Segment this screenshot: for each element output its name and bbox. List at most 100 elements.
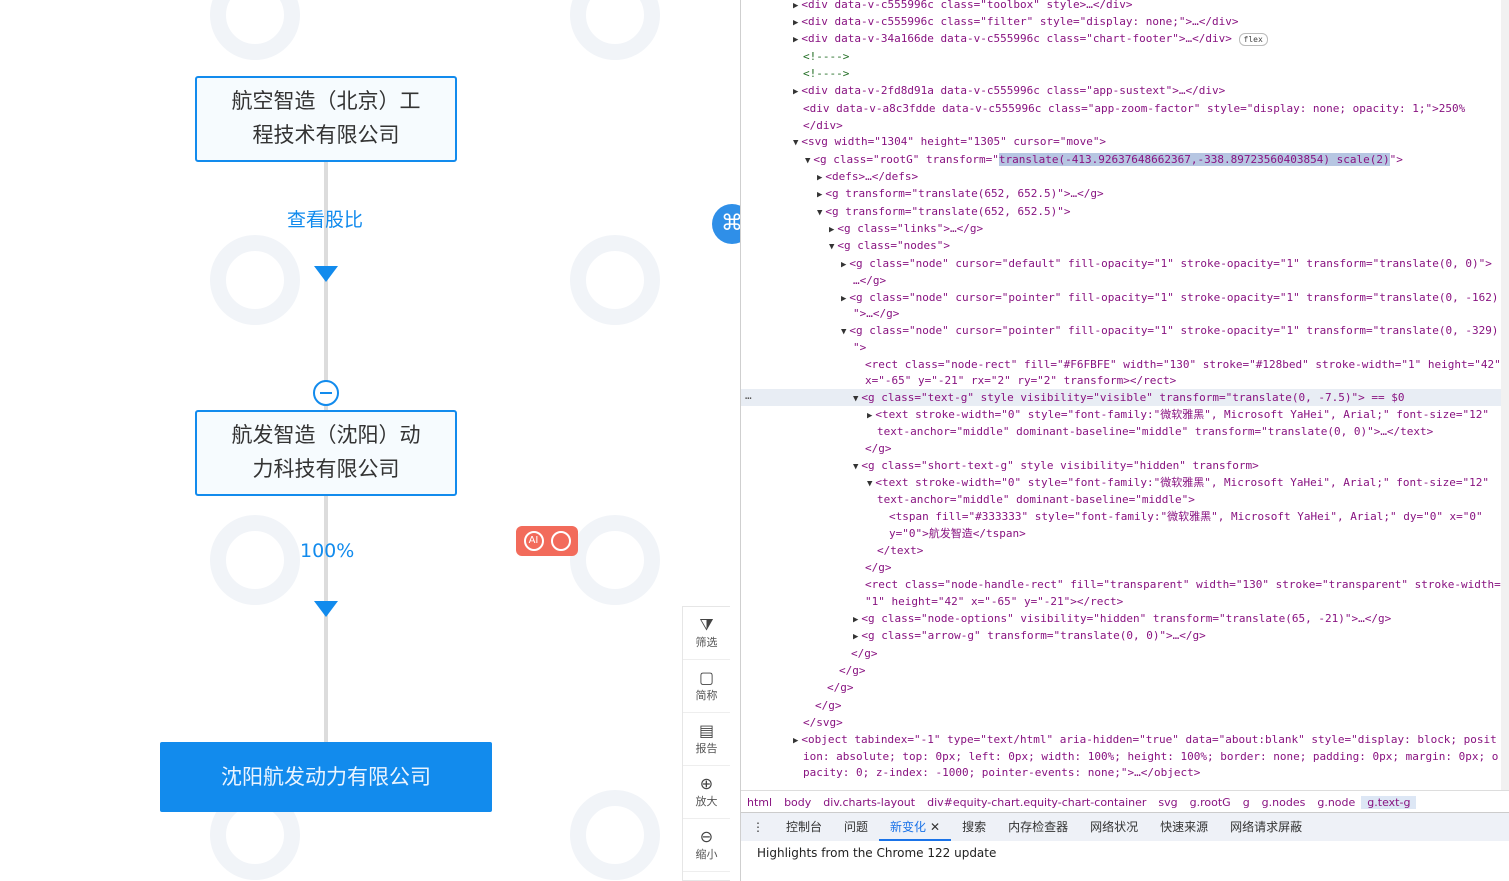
dom-node[interactable]: ▼ <g class="nodes"> [741, 237, 950, 254]
dom-node[interactable]: </div> [741, 117, 843, 134]
edge-percentage-label: 100% [300, 540, 355, 562]
node-label: 力科技有限公司 [252, 457, 400, 481]
dom-node[interactable]: ▶ <g class="arrow-g" transform="translate… [741, 627, 1206, 644]
report-icon: ▤ [698, 721, 715, 740]
node-label: 沈阳航发动力有限公司 [221, 765, 431, 789]
dom-node[interactable]: ▼ <svg width="1304" height="1305" cursor=… [741, 133, 1106, 150]
dom-node[interactable]: ▼ <g transform="translate(652, 652.5)"> [741, 203, 1070, 220]
dom-node[interactable]: "1" height="42" x="-65" y="-21"></rect> [741, 593, 1123, 610]
tab-network-request-blocking[interactable]: 网络请求屏蔽 [1219, 813, 1313, 841]
dom-node[interactable]: </g> [741, 697, 842, 714]
dom-node[interactable]: y="0">航发智造</tspan> [741, 525, 1026, 542]
tab-memory-inspector[interactable]: 内存检查器 [997, 813, 1079, 841]
dom-node[interactable]: "> [741, 339, 866, 356]
breadcrumb-item[interactable]: g.rootG [1184, 796, 1237, 809]
dom-node[interactable]: </g> [741, 645, 878, 662]
chart-toolbar: ⧩ 筛选 ▢ 简称 ▤ 报告 ⊕ 放大 ⊖ 缩小 [682, 606, 730, 881]
dom-node[interactable]: ▶ <g class="node" cursor="pointer" fill-o… [741, 289, 1498, 306]
breadcrumb-item[interactable]: div#equity-chart.equity-chart-container [921, 796, 1152, 809]
selected-node-marker[interactable]: … [745, 389, 752, 402]
dom-node[interactable]: ▶ <object tabindex="-1" type="text/html" … [741, 731, 1497, 748]
dom-node[interactable]: ▶ <g transform="translate(652, 652.5)">…<… [741, 185, 1104, 202]
company-node[interactable]: 航发智造（沈阳）动 力科技有限公司 [195, 410, 457, 496]
dom-node[interactable]: <tspan fill="#333333" style="font-family… [741, 508, 1483, 525]
dom-node[interactable]: <rect class="node-rect" fill="#F6FBFE" w… [741, 356, 1501, 373]
dom-node[interactable]: ion: absolute; top: 0px; left: 0px; widt… [741, 748, 1498, 765]
dom-node[interactable]: </text> [741, 542, 923, 559]
selected-dom-node[interactable]: ▼ <g class="text-g" style visibility="vis… [741, 389, 1509, 406]
filter-icon: ⧩ [699, 615, 714, 634]
dom-node[interactable]: </svg> [741, 714, 843, 731]
dom-node[interactable]: ▼ <g class="node" cursor="pointer" fill-o… [741, 322, 1498, 339]
tab-quick-source[interactable]: 快速来源 [1149, 813, 1219, 841]
breadcrumb: html body div.charts-layout div#equity-c… [741, 790, 1509, 813]
company-node[interactable]: 航空智造（北京）工 程技术有限公司 [195, 76, 457, 162]
ai-search-badge[interactable]: AI [516, 526, 578, 556]
dom-node[interactable]: ▶ <g class="node-options" visibility="hid… [741, 610, 1391, 627]
dom-node[interactable]: </g> [741, 559, 892, 576]
tab-network-conditions[interactable]: 网络状况 [1079, 813, 1149, 841]
toolbar-label: 放大 [695, 795, 718, 808]
scrollbar[interactable] [1501, 0, 1509, 790]
dom-node[interactable]: ">…</g> [741, 305, 899, 322]
dom-node[interactable]: ▼ <g class="rootG" transform="translate(-… [741, 151, 1403, 168]
watermark-logo-icon [570, 0, 660, 60]
dom-node[interactable]: </g> [741, 440, 892, 457]
dom-comment[interactable]: <!----> [741, 65, 849, 82]
dom-node[interactable]: ▼ <text stroke-width="0" style="font-fami… [741, 474, 1489, 491]
dom-node[interactable]: text-anchor="middle" dominant-baseline="… [741, 423, 1433, 440]
tab-search[interactable]: 搜索 [951, 813, 997, 841]
toolbar-label: 报告 [695, 742, 718, 755]
toolbar-report-button[interactable]: ▤ 报告 [683, 713, 730, 766]
dom-node[interactable]: ▶ <g class="links">…</g> [741, 220, 983, 237]
tab-issues[interactable]: 问题 [833, 813, 879, 841]
dom-node[interactable]: ▶ <g class="node" cursor="default" fill-o… [741, 255, 1492, 272]
toolbar-abbreviation-button[interactable]: ▢ 简称 [683, 660, 730, 713]
dom-node[interactable]: text-anchor="middle" dominant-baseline="… [741, 491, 1195, 508]
dom-node[interactable]: ▶ <div data-v-c555996c class="toolbox" st… [741, 0, 1133, 13]
breadcrumb-item[interactable]: g.text-g [1361, 795, 1417, 809]
breadcrumb-item[interactable]: g [1237, 796, 1256, 809]
dom-node[interactable]: </g> [741, 679, 854, 696]
dom-node[interactable]: ▶ <div data-v-c555996c class="filter" sty… [741, 13, 1239, 30]
collapse-icon[interactable] [313, 380, 339, 406]
close-icon[interactable]: ✕ [930, 820, 940, 834]
main-company-node[interactable]: 沈阳航发动力有限公司 [160, 742, 492, 812]
breadcrumb-item[interactable]: div.charts-layout [817, 796, 921, 809]
dom-node[interactable]: <div data-v-a8c3fdde data-v-c555996c cla… [741, 100, 1465, 117]
breadcrumb-item[interactable]: body [778, 796, 817, 809]
zoom-out-icon: ⊖ [699, 827, 714, 846]
dom-node[interactable]: …</g> [741, 272, 886, 289]
toolbar-filter-button[interactable]: ⧩ 筛选 [683, 607, 730, 660]
tab-console[interactable]: 控制台 [775, 813, 833, 841]
dom-node[interactable]: x="-65" y="-21" rx="2" ry="2" transform>… [741, 372, 1176, 389]
node-label: 航发智造（沈阳）动 [231, 423, 421, 447]
watermark-logo-icon [570, 790, 660, 880]
breadcrumb-item[interactable]: g.nodes [1256, 796, 1312, 809]
watermark-logo-icon [570, 235, 660, 325]
toolbar-zoom-in-button[interactable]: ⊕ 放大 [683, 766, 730, 819]
toolbar-zoom-out-button[interactable]: ⊖ 缩小 [683, 819, 730, 872]
dom-node[interactable]: ▶ <div data-v-2fd8d91a data-v-c555996c cl… [741, 82, 1225, 99]
flex-badge[interactable]: flex [1238, 33, 1268, 46]
drawer-menu-icon[interactable]: ⋮ [741, 813, 775, 841]
breadcrumb-item[interactable]: g.node [1311, 796, 1361, 809]
dom-node[interactable]: ▶ <div data-v-34a166de data-v-c555996c cl… [741, 30, 1268, 47]
command-icon[interactable]: ⌘ [712, 204, 740, 244]
dom-comment[interactable]: <!----> [741, 48, 849, 65]
dom-node[interactable]: ▼ <g class="short-text-g" style visibilit… [741, 457, 1259, 474]
dom-node[interactable]: ▶ <text stroke-width="0" style="font-fami… [741, 406, 1489, 423]
tab-whats-new[interactable]: 新变化 ✕ [879, 813, 952, 841]
dom-node[interactable]: <rect class="node-handle-rect" fill="tra… [741, 576, 1501, 593]
breadcrumb-item[interactable]: svg [1152, 796, 1183, 809]
breadcrumb-item[interactable]: html [741, 796, 778, 809]
dom-node[interactable]: </g> [741, 662, 866, 679]
edge-label[interactable]: 查看股比 [287, 205, 363, 232]
equity-chart-panel[interactable]: 航空智造（北京）工 程技术有限公司 查看股比 航发智造（沈阳）动 力科技有限公司… [0, 0, 740, 881]
elements-tree[interactable]: ▶ <div data-v-c555996c class="toolbox" st… [741, 0, 1509, 790]
toolbar-label: 缩小 [695, 848, 718, 861]
highlighted-attribute-value[interactable]: translate(-413.92637648662367,-338.89723… [998, 153, 1390, 166]
edge-line [324, 495, 328, 743]
dom-node[interactable]: pacity: 0; z-index: -1000; pointer-event… [741, 764, 1200, 781]
dom-node[interactable]: ▶ <defs>…</defs> [741, 168, 918, 185]
